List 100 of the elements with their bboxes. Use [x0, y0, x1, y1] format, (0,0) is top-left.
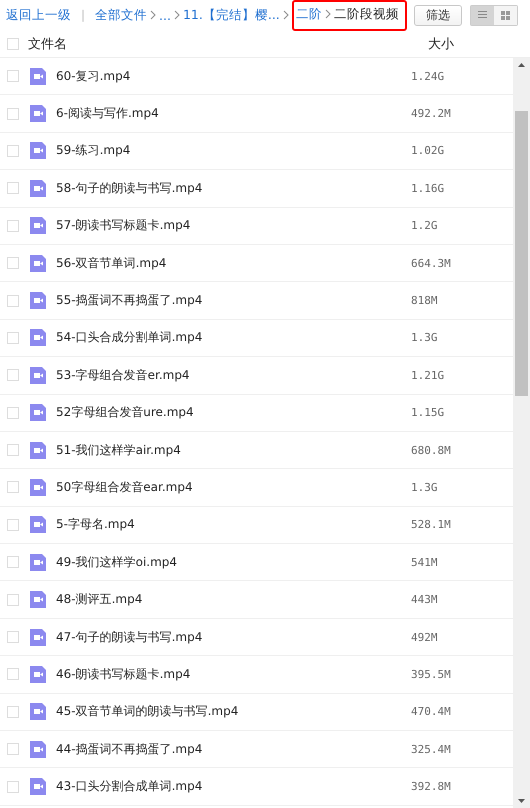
back-link[interactable]: 返回上一级	[6, 6, 71, 24]
file-size: 1.2G	[411, 219, 438, 232]
file-size: 1.15G	[411, 406, 446, 420]
video-file-icon	[30, 217, 46, 234]
file-name[interactable]: 49-我们这样学oi.mp4	[56, 554, 411, 571]
scrollbar-thumb[interactable]	[515, 111, 528, 396]
file-name[interactable]: 45-双音节单词的朗读与书写.mp4	[56, 703, 411, 720]
chevron-right-icon	[174, 10, 180, 20]
video-file-icon	[30, 740, 46, 758]
row-checkbox[interactable]	[7, 108, 19, 120]
breadcrumb-link[interactable]: 11.【完结】樱...	[182, 6, 280, 24]
video-file-icon	[30, 68, 46, 85]
file-size: 470.4M	[411, 705, 452, 718]
file-name[interactable]: 53-字母组合发音er.mp4	[56, 366, 411, 384]
file-name[interactable]: 5-字母名.mp4	[56, 516, 411, 534]
video-file-icon	[30, 254, 46, 272]
list-view-button[interactable]	[471, 6, 494, 24]
row-checkbox[interactable]	[7, 144, 19, 157]
file-name[interactable]: 57-朗读书写标题卡.mp4	[56, 217, 411, 234]
file-name[interactable]: 58-句子的朗读与书写.mp4	[56, 180, 411, 197]
video-file-icon	[30, 180, 46, 197]
file-name[interactable]: 6-阅读与写作.mp4	[56, 105, 411, 122]
row-checkbox[interactable]	[7, 182, 19, 194]
video-file-icon	[30, 703, 46, 720]
file-name[interactable]: 51-我们这样学air.mp4	[56, 442, 411, 459]
file-size: 680.8M	[411, 444, 452, 457]
video-file-icon	[30, 628, 46, 646]
video-file-icon	[30, 516, 46, 534]
file-size: 1.3G	[411, 331, 438, 344]
row-checkbox[interactable]	[7, 332, 19, 344]
current-folder[interactable]: 二阶段视频	[334, 6, 399, 22]
file-name[interactable]: 55-捣蛋词不再捣蛋了.mp4	[56, 292, 411, 310]
scroll-down-icon[interactable]	[518, 799, 525, 803]
breadcrumb-link[interactable]: 全部文件	[95, 6, 148, 24]
row-checkbox[interactable]	[7, 556, 19, 568]
row-checkbox[interactable]	[7, 668, 19, 680]
file-size: 541M	[411, 556, 438, 569]
video-file-icon	[30, 478, 46, 496]
separator: |	[81, 8, 86, 22]
video-file-icon	[30, 329, 46, 346]
filter-button[interactable]: 筛选	[414, 4, 462, 26]
file-size: 664.3M	[411, 256, 452, 270]
row-checkbox[interactable]	[7, 406, 19, 419]
breadcrumb-link[interactable]: ...	[159, 8, 171, 22]
row-checkbox[interactable]	[7, 70, 19, 82]
file-name[interactable]: 44-捣蛋词不再捣蛋了.mp4	[56, 740, 411, 758]
file-size: 1.24G	[411, 70, 446, 83]
file-size: 492.2M	[411, 107, 452, 120]
file-name[interactable]: 56-双音节单词.mp4	[56, 254, 411, 272]
scrollbar[interactable]	[513, 58, 530, 808]
video-file-icon	[30, 292, 46, 310]
file-name[interactable]: 59-练习.mp4	[56, 142, 411, 160]
file-name[interactable]: 48-测评五.mp4	[56, 591, 411, 608]
row-checkbox[interactable]	[7, 257, 19, 270]
video-file-icon	[30, 591, 46, 608]
grid-icon	[501, 10, 510, 20]
chevron-right-icon	[324, 9, 331, 19]
row-checkbox[interactable]	[7, 444, 19, 456]
column-header[interactable]: 大小	[428, 34, 530, 52]
file-size: 1.02G	[411, 144, 446, 158]
file-size: 492M	[411, 630, 438, 644]
row-checkbox[interactable]	[7, 594, 19, 606]
row-checkbox[interactable]	[7, 631, 19, 644]
file-size: 443M	[411, 593, 438, 606]
breadcrumb-link[interactable]: 二阶	[296, 6, 322, 22]
video-file-icon	[30, 554, 46, 571]
row-checkbox[interactable]	[7, 481, 19, 494]
scroll-up-icon[interactable]	[518, 63, 525, 67]
file-size: 1.21G	[411, 368, 446, 382]
video-file-icon	[30, 404, 46, 422]
column-header[interactable]: 文件名	[28, 34, 428, 52]
chevron-right-icon	[282, 10, 289, 20]
file-name[interactable]: 47-句子的朗读与书写.mp4	[56, 628, 411, 646]
file-name[interactable]: 54-口头合成分割单词.mp4	[56, 329, 411, 346]
file-size: 818M	[411, 294, 438, 308]
chevron-right-icon	[150, 10, 156, 20]
row-checkbox[interactable]	[7, 706, 19, 718]
file-name[interactable]: 50字母组合发音ear.mp4	[56, 478, 411, 496]
row-checkbox[interactable]	[7, 743, 19, 756]
video-file-icon	[30, 442, 46, 459]
file-name[interactable]: 46-朗读书写标题卡.mp4	[56, 666, 411, 683]
list-icon	[478, 11, 487, 19]
file-size: 528.1M	[411, 518, 452, 532]
file-size: 392.8M	[411, 780, 452, 794]
video-file-icon	[30, 142, 46, 160]
grid-view-button[interactable]	[494, 6, 517, 24]
select-all-checkbox[interactable]	[7, 38, 19, 50]
video-file-icon	[30, 666, 46, 683]
video-file-icon	[30, 366, 46, 384]
file-size: 1.16G	[411, 182, 446, 195]
video-file-icon	[30, 778, 46, 796]
row-checkbox[interactable]	[7, 518, 19, 531]
file-size: 395.5M	[411, 668, 452, 681]
file-name[interactable]: 52字母组合发音ure.mp4	[56, 404, 411, 422]
row-checkbox[interactable]	[7, 294, 19, 307]
row-checkbox[interactable]	[7, 369, 19, 382]
file-name[interactable]: 43-口头分割合成单词.mp4	[56, 778, 411, 796]
row-checkbox[interactable]	[7, 220, 19, 232]
file-name[interactable]: 60-复习.mp4	[56, 68, 411, 85]
row-checkbox[interactable]	[7, 780, 19, 793]
